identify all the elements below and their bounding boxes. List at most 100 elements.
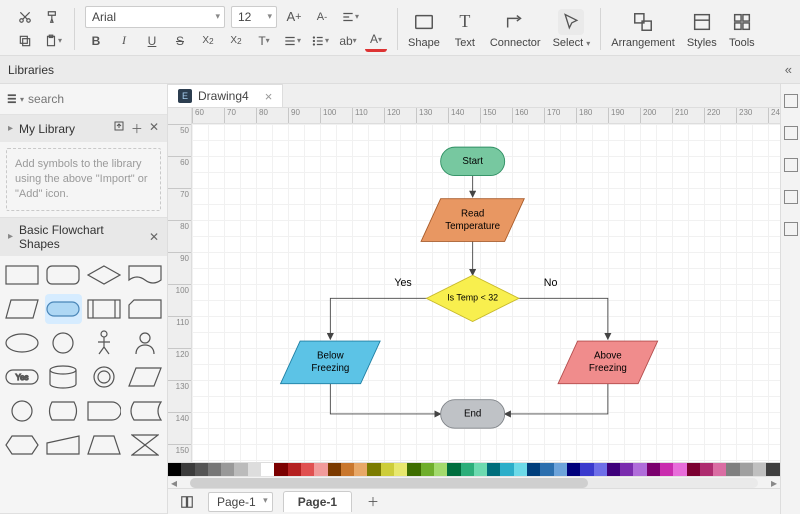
color-swatch[interactable] bbox=[221, 463, 234, 476]
color-swatch[interactable] bbox=[288, 463, 301, 476]
color-swatch[interactable] bbox=[274, 463, 287, 476]
shape-cylinder[interactable] bbox=[45, 362, 82, 392]
lowercase-icon[interactable]: ab▾ bbox=[337, 30, 359, 52]
font-select[interactable]: Arial▾ bbox=[85, 6, 225, 28]
color-swatch[interactable] bbox=[673, 463, 686, 476]
shape-inputoutput[interactable] bbox=[126, 362, 163, 392]
color-swatch[interactable] bbox=[740, 463, 753, 476]
shape-tool[interactable]: Shape bbox=[402, 4, 446, 53]
shape-person[interactable] bbox=[86, 328, 123, 358]
color-swatch[interactable] bbox=[314, 463, 327, 476]
color-swatch[interactable] bbox=[248, 463, 261, 476]
decrease-font-icon[interactable]: A- bbox=[311, 6, 333, 28]
color-swatch[interactable] bbox=[514, 463, 527, 476]
color-swatch[interactable] bbox=[580, 463, 593, 476]
color-swatch[interactable] bbox=[700, 463, 713, 476]
node-above[interactable]: Above Freezing bbox=[558, 341, 658, 384]
tools-tool[interactable]: Tools bbox=[723, 4, 761, 53]
line-spacing-icon[interactable]: ▾ bbox=[281, 30, 303, 52]
color-swatch[interactable] bbox=[540, 463, 553, 476]
shape-document[interactable] bbox=[126, 260, 163, 290]
right-rail-item[interactable] bbox=[784, 158, 798, 172]
shape-parallelogram[interactable] bbox=[4, 294, 41, 324]
node-start[interactable]: Start bbox=[441, 147, 505, 175]
color-swatch[interactable] bbox=[687, 463, 700, 476]
add-page-icon[interactable]: ＋ bbox=[362, 491, 384, 513]
color-swatch[interactable] bbox=[713, 463, 726, 476]
case-icon[interactable]: T▾ bbox=[253, 30, 275, 52]
shape-yes[interactable]: Yes bbox=[4, 362, 41, 392]
shape-trapezoid[interactable] bbox=[86, 430, 123, 460]
color-swatch[interactable] bbox=[607, 463, 620, 476]
shape-ellipse[interactable] bbox=[4, 328, 41, 358]
shape-delay[interactable] bbox=[86, 396, 123, 426]
add-icon[interactable]: ＋ bbox=[131, 120, 143, 137]
right-rail-item[interactable] bbox=[784, 94, 798, 108]
close-panel-icon[interactable]: ✕ bbox=[149, 120, 159, 137]
color-swatch[interactable] bbox=[554, 463, 567, 476]
connector-tool[interactable]: Connector bbox=[484, 4, 547, 53]
color-swatch[interactable] bbox=[381, 463, 394, 476]
increase-font-icon[interactable]: A+ bbox=[283, 6, 305, 28]
pages-icon[interactable] bbox=[176, 491, 198, 513]
color-swatch[interactable] bbox=[208, 463, 221, 476]
color-swatch[interactable] bbox=[594, 463, 607, 476]
color-swatch[interactable] bbox=[647, 463, 660, 476]
shape-rect[interactable] bbox=[4, 260, 41, 290]
bold-icon[interactable]: B bbox=[85, 30, 107, 52]
color-swatch[interactable] bbox=[195, 463, 208, 476]
color-swatch[interactable] bbox=[301, 463, 314, 476]
arrangement-tool[interactable]: Arrangement bbox=[605, 4, 681, 53]
import-icon[interactable] bbox=[113, 120, 125, 137]
color-swatch[interactable] bbox=[753, 463, 766, 476]
tab-drawing[interactable]: E Drawing4 × bbox=[168, 84, 283, 107]
color-swatch[interactable] bbox=[620, 463, 633, 476]
shape-collate[interactable] bbox=[126, 430, 163, 460]
shapes-header[interactable]: ▸ Basic Flowchart Shapes ✕ bbox=[0, 218, 167, 256]
shape-circle[interactable] bbox=[45, 328, 82, 358]
color-swatch[interactable] bbox=[434, 463, 447, 476]
italic-icon[interactable]: I bbox=[113, 30, 135, 52]
shape-subprocess[interactable] bbox=[86, 294, 123, 324]
shape-storeddata[interactable] bbox=[126, 396, 163, 426]
color-swatch[interactable] bbox=[567, 463, 580, 476]
color-swatch[interactable] bbox=[421, 463, 434, 476]
underline-icon[interactable]: U bbox=[141, 30, 163, 52]
shape-diamond[interactable] bbox=[86, 260, 123, 290]
color-swatch[interactable] bbox=[367, 463, 380, 476]
right-rail-item[interactable] bbox=[784, 126, 798, 140]
collapse-libraries-icon[interactable]: « bbox=[785, 62, 792, 77]
shape-manualinput[interactable] bbox=[45, 430, 82, 460]
color-swatch[interactable] bbox=[527, 463, 540, 476]
superscript-icon[interactable]: X2 bbox=[197, 30, 219, 52]
select-tool[interactable]: Select ▾ bbox=[547, 4, 597, 53]
color-swatch[interactable] bbox=[487, 463, 500, 476]
color-swatch[interactable] bbox=[261, 463, 274, 476]
color-swatch[interactable] bbox=[461, 463, 474, 476]
styles-tool[interactable]: Styles bbox=[681, 4, 723, 53]
h-scrollbar[interactable]: ◂▸ bbox=[168, 476, 780, 488]
color-swatch[interactable] bbox=[660, 463, 673, 476]
color-swatch[interactable] bbox=[407, 463, 420, 476]
search-input[interactable] bbox=[28, 92, 183, 106]
shape-doublecircle[interactable] bbox=[86, 362, 123, 392]
page-selector[interactable]: Page-1 bbox=[208, 492, 273, 512]
shape-circle2[interactable] bbox=[4, 396, 41, 426]
library-menu-icon[interactable]: ▾ bbox=[6, 88, 24, 110]
bullets-icon[interactable]: ▾ bbox=[309, 30, 331, 52]
close-tab-icon[interactable]: × bbox=[265, 89, 273, 104]
canvas[interactable]: Start Read Temperature Is Temp < 32 bbox=[192, 124, 780, 462]
color-strip[interactable] bbox=[168, 462, 780, 476]
color-swatch[interactable] bbox=[500, 463, 513, 476]
color-swatch[interactable] bbox=[181, 463, 194, 476]
shape-hexagon[interactable] bbox=[4, 430, 41, 460]
paste-icon[interactable]: ▾ bbox=[42, 30, 64, 52]
color-swatch[interactable] bbox=[354, 463, 367, 476]
color-swatch[interactable] bbox=[234, 463, 247, 476]
my-library-header[interactable]: ▸ My Library ＋ ✕ bbox=[0, 115, 167, 142]
right-rail-item[interactable] bbox=[784, 190, 798, 204]
format-painter-icon[interactable] bbox=[42, 6, 64, 28]
page-tab[interactable]: Page-1 bbox=[283, 491, 352, 512]
subscript-icon[interactable]: X2 bbox=[225, 30, 247, 52]
color-swatch[interactable] bbox=[341, 463, 354, 476]
